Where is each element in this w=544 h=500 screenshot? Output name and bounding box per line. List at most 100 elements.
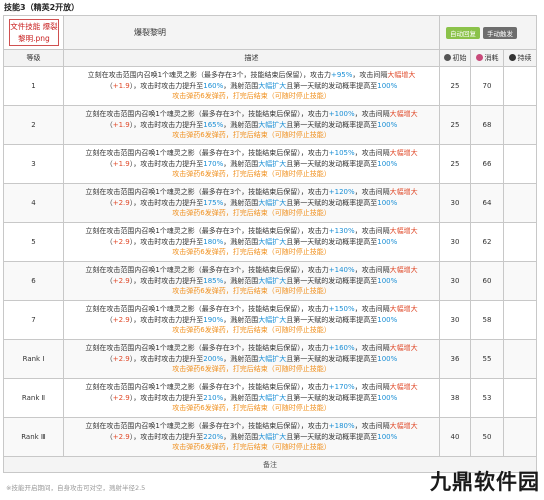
desc-stop: （可随时停止技能） [267,248,331,257]
row-sp-cost: 60 [470,261,504,301]
row-initial-sp: 25 [439,105,471,145]
footnote: ※技能开启期间，自身攻击可对空，溅射半径2.5 [6,484,146,492]
row-sp-cost: 53 [470,378,504,418]
table-row: 2 立刻在攻击范围内召唤1个魂灵之影（最多存在3个，技能结束后保留），攻击力+10… [3,105,537,145]
desc-text: ，溅射范围 [223,237,259,246]
row-duration [503,66,537,106]
desc-text: 立刻在攻击范围内召唤1个魂灵之影（最多存在3个，技能结束后保留），攻击力 [85,188,329,197]
desc-atk-prison: 180% [203,237,224,246]
desc-text: 立刻在攻击范围内召唤1个魂灵之影（最多存在3个，技能结束后保留），攻击力 [85,149,329,158]
desc-text: 且第一天赋的发动概率提高至 [286,120,378,129]
desc-end: ，打完后结束 [225,404,268,413]
row-initial-sp: 38 [439,378,471,418]
desc-text: 且第一天赋的发动概率提高至 [286,237,378,246]
row-duration [503,339,537,379]
row-initial-sp: 30 [439,261,471,301]
table-row: 4 立刻在攻击范围内召唤1个魂灵之影（最多存在3个，技能结束后保留），攻击力+12… [3,183,537,223]
desc-text: ），攻击时攻击力提升至 [129,159,204,168]
desc-text: ），攻击时攻击力提升至 [129,354,204,363]
desc-text: ，攻击间隔 [354,149,390,158]
desc-talent-chance: 100% [377,432,398,441]
desc-text: 且第一天赋的发动概率提高至 [286,393,378,402]
desc-atk-prison: 210% [203,393,224,402]
desc-text: ，溅射范围 [223,198,259,207]
row-duration [503,144,537,184]
desc-text: 且第一天赋的发动概率提高至 [286,354,378,363]
desc-interval: 大幅增大 [389,110,418,119]
column-header-row: 等级 描述 初始 消耗 持续 [3,49,537,67]
row-description: 立刻在攻击范围内召唤1个魂灵之影（最多存在3个，技能结束后保留），攻击力+160… [63,339,440,379]
desc-text: （ [105,159,113,168]
desc-stop: （可随时停止技能） [267,443,331,452]
desc-ammo: 攻击弹药6发弹药 [172,131,226,140]
col-initial: 初始 [439,49,471,67]
desc-text: 且第一天赋的发动概率提高至 [286,159,378,168]
desc-text: （ [105,393,113,402]
row-initial-sp: 25 [439,144,471,184]
section-title: 技能3（精英2开放） [4,3,80,12]
desc-text: ），攻击时攻击力提升至 [129,432,204,441]
row-level: 5 [3,222,64,262]
row-level: Rank Ⅰ [3,339,64,379]
row-sp-cost: 50 [470,417,504,457]
table-row: 3 立刻在攻击范围内召唤1个魂灵之影（最多存在3个，技能结束后保留），攻击力+10… [3,144,537,184]
desc-text: 立刻在攻击范围内召唤1个魂灵之影（最多存在3个，技能结束后保留），攻击力 [85,383,329,392]
desc-splash: 大幅扩大 [258,315,287,324]
desc-atk-prison: 175% [203,198,224,207]
desc-atk-bonus: +120% [328,188,355,197]
row-level: 1 [3,66,64,106]
row-sp-cost: 66 [470,144,504,184]
desc-interval-value: +1.9 [112,81,130,90]
desc-text: ，攻击间隔 [354,227,390,236]
desc-interval-value: +1.9 [112,120,130,129]
row-level: Rank Ⅲ [3,417,64,457]
desc-talent-chance: 100% [377,354,398,363]
desc-splash: 大幅扩大 [258,198,287,207]
desc-text: 立刻在攻击范围内召唤1个魂灵之影（最多存在3个，技能结束后保留），攻击力 [85,344,329,353]
desc-talent-chance: 100% [377,81,398,90]
desc-end: ，打完后结束 [225,170,268,179]
desc-atk-bonus: +180% [328,422,355,431]
desc-atk-bonus: +150% [328,305,355,314]
desc-splash: 大幅扩大 [258,276,287,285]
desc-text: ，溅射范围 [223,354,259,363]
row-level: Rank Ⅱ [3,378,64,418]
desc-interval: 大幅增大 [389,266,418,275]
desc-interval: 大幅增大 [389,149,418,158]
desc-text: ，溅射范围 [223,432,259,441]
col-duration-label: 持续 [517,54,532,62]
row-description: 立刻在攻击范围内召唤1个魂灵之影（最多存在3个，技能结束后保留），攻击力+170… [63,378,440,418]
col-cost-label: 消耗 [484,54,499,62]
desc-text: （ [105,432,113,441]
desc-atk-prison: 165% [203,120,224,129]
desc-stop: （可随时停止技能） [267,170,331,179]
table-row: 5 立刻在攻击范围内召唤1个魂灵之影（最多存在3个，技能结束后保留），攻击力+13… [3,222,537,262]
row-description: 立刻在攻击范围内召唤1个魂灵之影（最多存在3个，技能结束后保留），攻击力+140… [63,261,440,301]
desc-interval: 大幅增大 [389,344,418,353]
desc-interval: 大幅增大 [387,71,416,80]
row-description: 立刻在攻击范围内召唤1个魂灵之影（最多存在3个，技能结束后保留），攻击力+105… [63,144,440,184]
desc-text: 且第一天赋的发动概率提高至 [286,315,378,324]
desc-text: ，溅射范围 [223,120,259,129]
desc-end: ，打完后结束 [225,326,268,335]
table-row: Rank Ⅲ 立刻在攻击范围内召唤1个魂灵之影（最多存在3个，技能结束后保留），攻… [3,417,537,457]
col-level: 等级 [3,49,64,67]
desc-atk-bonus: +130% [328,227,355,236]
desc-talent-chance: 100% [377,198,398,207]
desc-text: （ [105,237,113,246]
row-sp-cost: 70 [470,66,504,106]
row-description: 立刻在攻击范围内召唤1个魂灵之影（最多存在3个，技能结束后保留），攻击力+95%… [63,66,440,106]
col-duration: 持续 [503,49,537,67]
desc-text: （ [105,120,113,129]
desc-interval-value: +2.9 [112,432,130,441]
row-sp-cost: 58 [470,300,504,340]
skill-icon-placeholder: 文件技能 爆裂黎明.png [9,19,59,46]
desc-talent-chance: 100% [377,159,398,168]
desc-talent-chance: 100% [377,276,398,285]
skill-name: 爆裂黎明 [63,15,440,50]
desc-text: ），攻击时攻击力提升至 [129,81,204,90]
row-initial-sp: 25 [439,66,471,106]
desc-text: 立刻在攻击范围内召唤1个魂灵之影（最多存在3个，技能结束后保留），攻击力 [85,266,329,275]
skill-header-row: 文件技能 爆裂黎明.png 爆裂黎明 自动回复 手动触发 [3,15,537,50]
desc-text: ），攻击时攻击力提升至 [129,315,204,324]
